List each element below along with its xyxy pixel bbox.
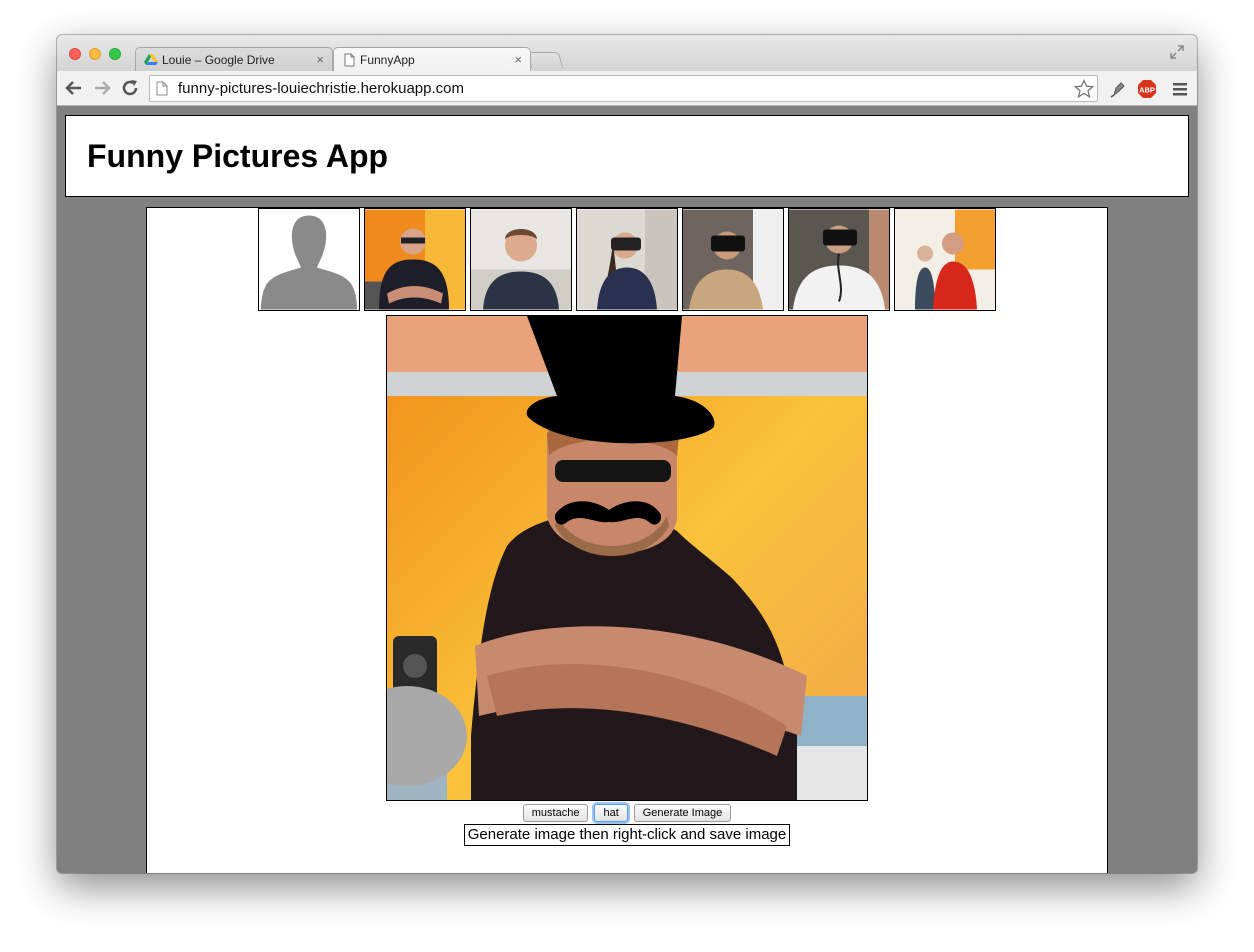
reload-icon[interactable]: [121, 79, 139, 97]
close-window-button[interactable]: [69, 48, 81, 60]
tab-google-drive[interactable]: Louie – Google Drive ×: [135, 47, 333, 71]
content-panel: mustache hat Generate Image Generate ima…: [146, 207, 1108, 873]
man-smiling-image: [471, 209, 571, 310]
forward-arrow-icon[interactable]: [93, 79, 111, 97]
thumbnail-man-vr-headset-2[interactable]: [788, 208, 890, 311]
adblock-badge-text: ABP: [1139, 86, 1155, 95]
edited-photo-image: [387, 316, 867, 800]
minimize-window-button[interactable]: [89, 48, 101, 60]
man-sunglasses-image: [365, 209, 465, 310]
man-red-shirt-image: [895, 209, 995, 310]
man-vr-headset-2-image: [789, 209, 889, 310]
thumbnail-man-smiling[interactable]: [470, 208, 572, 311]
page-icon: [156, 81, 168, 96]
url-text[interactable]: funny-pictures-louiechristie.herokuapp.c…: [178, 80, 1074, 97]
tab-title: Louie – Google Drive: [162, 52, 275, 67]
menu-icon[interactable]: [1170, 79, 1190, 99]
overlay-button-row: mustache hat Generate Image: [147, 804, 1107, 822]
zoom-window-button[interactable]: [109, 48, 121, 60]
page-viewport: Funny Pictures App mustache hat Generate…: [57, 106, 1197, 873]
main-photo-canvas[interactable]: [386, 315, 868, 801]
avatar-silhouette-image: [259, 209, 359, 310]
page-title: Funny Pictures App: [87, 138, 389, 174]
thumbnail-man-vr-headset[interactable]: [682, 208, 784, 311]
extension-pen-icon[interactable]: [1108, 79, 1128, 99]
browser-toolbar: funny-pictures-louiechristie.herokuapp.c…: [57, 71, 1197, 106]
close-tab-icon[interactable]: ×: [514, 52, 522, 67]
adblock-plus-icon[interactable]: ABP: [1137, 79, 1157, 99]
fullscreen-icon[interactable]: [1169, 44, 1185, 60]
man-vr-headset-image: [683, 209, 783, 310]
instruction-text: Generate image then right-click and save…: [463, 824, 791, 846]
tab-funnyapp[interactable]: FunnyApp ×: [333, 47, 531, 71]
app-header: Funny Pictures App: [65, 115, 1189, 197]
browser-window: Louie – Google Drive × FunnyApp × funny-…: [57, 35, 1197, 873]
thumbnail-man-sunglasses[interactable]: [364, 208, 466, 311]
document-icon: [344, 53, 355, 66]
address-bar[interactable]: funny-pictures-louiechristie.herokuapp.c…: [149, 75, 1098, 102]
thumbnail-man-red-shirt[interactable]: [894, 208, 996, 311]
thumbnail-woman-vr-headset[interactable]: [576, 208, 678, 311]
mustache-button[interactable]: mustache: [522, 804, 589, 822]
new-tab-button[interactable]: [526, 52, 564, 68]
bookmark-star-icon[interactable]: [1074, 78, 1094, 99]
tab-title: FunnyApp: [360, 52, 415, 67]
woman-vr-headset-image: [577, 209, 677, 310]
hint-container: Generate image then right-click and save…: [147, 824, 1107, 846]
close-tab-icon[interactable]: ×: [316, 52, 324, 67]
google-drive-icon: [144, 53, 158, 65]
generate-image-button[interactable]: Generate Image: [633, 804, 732, 822]
back-arrow-icon[interactable]: [65, 79, 83, 97]
title-bar: Louie – Google Drive × FunnyApp ×: [57, 35, 1197, 71]
hat-button[interactable]: hat: [594, 804, 628, 822]
thumbnail-silhouette[interactable]: [258, 208, 360, 311]
